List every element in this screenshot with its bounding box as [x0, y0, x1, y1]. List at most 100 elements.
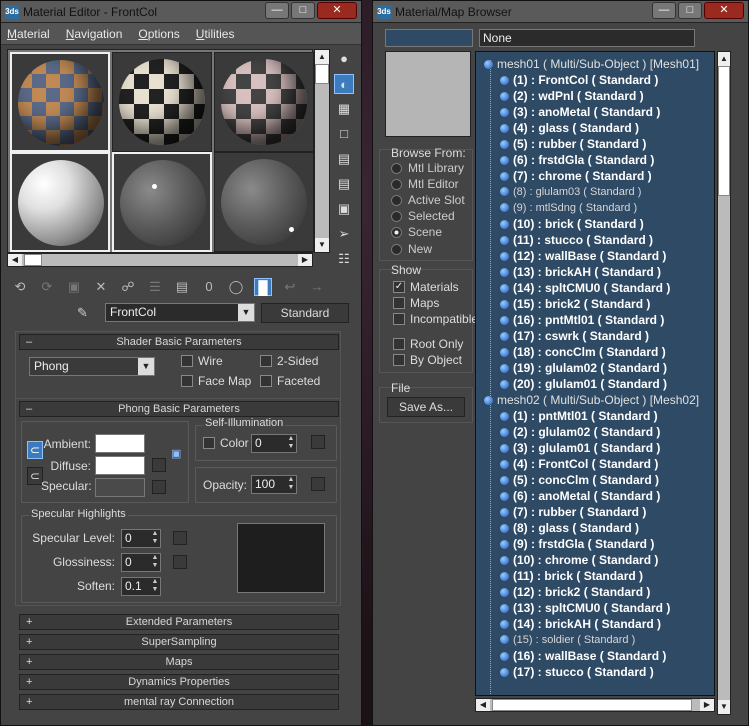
tree-material-item[interactable]: (10) : brick ( Standard )	[500, 216, 644, 232]
checkbox-box[interactable]: ✓	[393, 281, 405, 293]
scroll-left-arrow-icon[interactable]: ◀	[8, 254, 22, 266]
menu-utilities[interactable]: Utilities	[196, 27, 235, 41]
scroll-right-arrow-icon[interactable]: ▶	[298, 254, 312, 266]
scroll-thumb[interactable]	[315, 64, 329, 84]
tree-parent-item[interactable]: mesh01 ( Multi/Sub-Object ) [Mesh01]	[484, 56, 699, 72]
browse-scene-radio[interactable]: Scene	[391, 225, 442, 239]
tree-material-item[interactable]: (4) : glass ( Standard )	[500, 120, 639, 136]
sample-slot-4[interactable]	[10, 152, 110, 252]
checkbox-box[interactable]	[393, 354, 405, 366]
faceted-checkbox[interactable]: Faceted	[260, 374, 320, 388]
make-unique-icon[interactable]: ☍	[119, 278, 137, 296]
tree-vertical-scrollbar[interactable]: ▲ ▼	[717, 51, 731, 715]
shader-type-dropdown[interactable]: Phong ▼	[29, 357, 155, 376]
scroll-thumb[interactable]	[24, 254, 42, 266]
maps-rollout[interactable]: + Maps	[19, 654, 339, 670]
slots-vertical-scrollbar[interactable]: ▲ ▼	[314, 49, 330, 253]
tree-material-item[interactable]: (10) : chrome ( Standard )	[500, 552, 658, 568]
maximize-button[interactable]: □	[678, 2, 702, 19]
browse-selected-radio[interactable]: Selected	[391, 209, 455, 223]
sample-slot-1[interactable]	[10, 52, 110, 152]
checkbox-box[interactable]	[181, 375, 193, 387]
spinner-arrows-icon[interactable]: ▲ ▼	[286, 435, 296, 452]
select-by-material-icon[interactable]: ➢	[334, 224, 354, 244]
opacity-spinner[interactable]: 100 ▲ ▼	[251, 475, 297, 494]
self-illum-value-spinner[interactable]: 0 ▲ ▼	[251, 434, 297, 453]
radio-circle[interactable]	[391, 162, 402, 174]
tree-material-item[interactable]: (5) : concClm ( Standard )	[500, 472, 659, 488]
checkbox-box[interactable]	[203, 437, 215, 449]
mental-ray-connection-rollout[interactable]: + mental ray Connection	[19, 694, 339, 710]
menu-options[interactable]: Options	[138, 27, 179, 41]
radio-circle[interactable]	[391, 178, 402, 190]
minimize-button[interactable]: —	[265, 2, 289, 19]
show-incompatible-checkbox[interactable]: Incompatible	[393, 312, 478, 326]
search-name-field[interactable]	[385, 29, 473, 47]
go-to-parent-icon[interactable]: ↩	[281, 278, 299, 296]
minimize-button[interactable]: —	[652, 2, 676, 19]
opacity-map-button[interactable]	[311, 477, 325, 491]
spinner-arrows-icon[interactable]: ▲ ▼	[150, 530, 160, 547]
tree-material-item[interactable]: (12) : wallBase ( Standard )	[500, 248, 666, 264]
close-button[interactable]: ✕	[704, 2, 744, 19]
self-illum-map-button[interactable]	[311, 435, 325, 449]
put-to-scene-icon[interactable]: ⟳	[38, 278, 56, 296]
checkbox-box[interactable]	[393, 338, 405, 350]
tree-material-item[interactable]: (1) : FrontCol ( Standard )	[500, 72, 658, 88]
go-forward-to-sibling-icon[interactable]: →	[308, 278, 326, 296]
glossiness-spinner[interactable]: 0 ▲ ▼	[121, 553, 161, 572]
menu-navigation[interactable]: Navigation	[66, 27, 123, 41]
tree-material-item[interactable]: (20) : glulam01 ( Standard )	[500, 376, 667, 392]
by-object-checkbox[interactable]: By Object	[393, 353, 462, 367]
material-navigator-icon[interactable]: ☷	[334, 249, 354, 269]
shader-basic-parameters-header[interactable]: – Shader Basic Parameters	[19, 334, 339, 350]
tree-material-item[interactable]: (4) : FrontCol ( Standard )	[500, 456, 658, 472]
sample-type-icon[interactable]: ●	[334, 49, 354, 69]
soften-spinner[interactable]: 0.1 ▲ ▼	[121, 577, 161, 596]
glossiness-map-button[interactable]	[173, 555, 187, 569]
tree-material-item[interactable]: (11) : brick ( Standard )	[500, 568, 643, 584]
tree-material-item[interactable]: (9) : frstdGla ( Standard )	[500, 536, 654, 552]
tree-material-item[interactable]: (13) : brickAH ( Standard )	[500, 264, 661, 280]
phong-basic-parameters-header[interactable]: – Phong Basic Parameters	[19, 401, 339, 417]
lock-icon[interactable]: ▣	[171, 447, 183, 460]
reset-map-icon[interactable]: ✕	[92, 278, 110, 296]
sample-slot-2[interactable]	[112, 52, 212, 152]
options-icon[interactable]: ▣	[334, 199, 354, 219]
ambient-color-swatch[interactable]	[95, 434, 145, 453]
tree-material-item[interactable]: (18) : concClm ( Standard )	[500, 344, 666, 360]
tree-material-item[interactable]: (1) : pntMtl01 ( Standard )	[500, 408, 658, 424]
specular-level-spinner[interactable]: 0 ▲ ▼	[121, 529, 161, 548]
spinner-arrows-icon[interactable]: ▲ ▼	[286, 476, 296, 493]
scroll-thumb[interactable]	[492, 699, 692, 711]
save-as-button[interactable]: Save As...	[387, 397, 465, 417]
tree-material-item[interactable]: (3) : anoMetal ( Standard )	[500, 104, 660, 120]
scroll-right-arrow-icon[interactable]: ▶	[700, 699, 714, 711]
tree-material-item[interactable]: (7) : chrome ( Standard )	[500, 168, 652, 184]
tree-material-item[interactable]: (3) : glulam01 ( Standard )	[500, 440, 660, 456]
checkbox-box[interactable]	[393, 313, 405, 325]
backlight-icon[interactable]: ◐	[334, 74, 354, 94]
checkbox-box[interactable]	[393, 297, 405, 309]
wire-checkbox[interactable]: Wire	[181, 354, 223, 368]
current-map-field[interactable]: None	[479, 29, 695, 47]
dynamics-properties-rollout[interactable]: + Dynamics Properties	[19, 674, 339, 690]
browse-new-radio[interactable]: New	[391, 242, 432, 256]
extended-parameters-rollout[interactable]: + Extended Parameters	[19, 614, 339, 630]
specular-level-map-button[interactable]	[173, 531, 187, 545]
tree-material-item[interactable]: (19) : glulam02 ( Standard )	[500, 360, 667, 376]
sample-slot-3[interactable]	[214, 52, 314, 152]
video-color-check-icon[interactable]: ▤	[334, 149, 354, 169]
scroll-left-arrow-icon[interactable]: ◀	[476, 699, 490, 711]
tree-material-item[interactable]: (14) : brickAH ( Standard )	[500, 616, 661, 632]
tree-material-item[interactable]: (16) : pntMtl01 ( Standard )	[500, 312, 664, 328]
tree-material-item[interactable]: (17) : cswrk ( Standard )	[500, 328, 649, 344]
tree-material-item[interactable]: (7) : rubber ( Standard )	[500, 504, 646, 520]
browse-mtl-library-radio[interactable]: Mtl Library	[391, 161, 464, 175]
radio-circle[interactable]	[391, 194, 402, 206]
background-checker-icon[interactable]: ▦	[334, 99, 354, 119]
diffuse-color-swatch[interactable]	[95, 456, 145, 475]
radio-circle[interactable]	[391, 226, 402, 238]
specular-color-swatch[interactable]	[95, 478, 145, 497]
show-end-result-icon[interactable]: █	[254, 278, 272, 296]
